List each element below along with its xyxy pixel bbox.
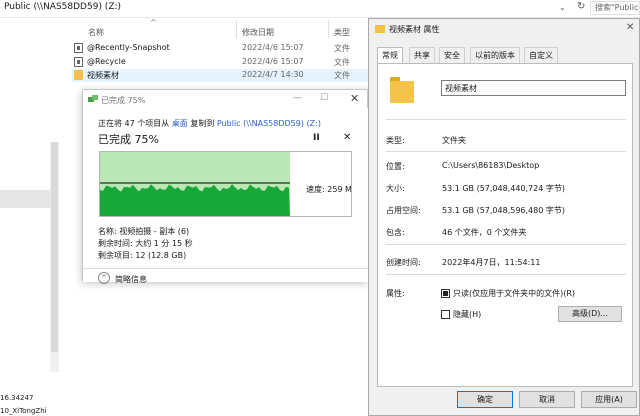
general-tab-page: 视频素材 类型: 文件夹 位置: C:\Users\86183\Desktop … — [377, 63, 633, 387]
chevron-up-icon[interactable]: ^ — [98, 272, 110, 284]
copy-description: 正在将 47 个项目从 桌面 复制到 Public (\\NAS58DD59) … — [98, 118, 321, 129]
system-folder-icon — [74, 43, 83, 53]
folder-icon — [74, 70, 83, 80]
close-icon[interactable]: ✕ — [350, 92, 359, 105]
explorer-address-path[interactable]: Public (\\NAS58DD59) (Z:) — [4, 2, 121, 12]
size-on-disk-value: 53.1 GB (57,048,596,480 字节) — [442, 206, 565, 215]
copy-progress-dialog: 已完成 75% — ☐ ✕ 正在将 47 个项目从 桌面 复制到 Public … — [82, 89, 369, 285]
file-modified: 2022/4/6 15:07 — [242, 43, 304, 52]
column-header-name[interactable]: 名称 — [88, 27, 104, 38]
progress-percent: 已完成 75% — [98, 133, 159, 146]
file-name: @Recycle — [87, 57, 126, 66]
file-modified: 2022/4/6 15:07 — [242, 57, 304, 66]
file-row[interactable]: @Recycle 2022/4/6 15:07 文件 — [72, 56, 372, 69]
folder-icon — [375, 25, 385, 33]
file-name: 视频素材 — [87, 71, 119, 80]
file-type: 文件 — [334, 44, 350, 53]
copy-dialog-body: 正在将 47 个项目从 桌面 复制到 Public (\\NAS58DD59) … — [83, 108, 369, 285]
transfer-speed-graph: 速度: 259 MB/秒 — [99, 151, 352, 217]
ok-button[interactable]: 确定 — [457, 391, 513, 408]
speed-label: 速度: 259 MB/秒 — [305, 184, 351, 195]
sort-up-icon: ^ — [150, 18, 157, 27]
search-input[interactable]: 搜索"Public (\\NA... — [590, 1, 640, 15]
fewer-details-link[interactable]: 简略信息 — [115, 274, 147, 285]
size-label: 大小: — [386, 184, 405, 193]
column-header-type[interactable]: 类型 — [334, 27, 350, 38]
size-on-disk-label: 占用空间: — [386, 206, 421, 215]
tab-customize[interactable]: 自定义 — [524, 47, 558, 63]
folder-name-input[interactable]: 视频素材 — [441, 80, 626, 96]
created-value: 2022年4月7日，11:54:11 — [442, 258, 541, 267]
source-link[interactable]: 桌面 — [172, 119, 188, 128]
file-type: 文件 — [334, 71, 350, 80]
refresh-icon[interactable]: ↻ — [577, 1, 585, 12]
section-divider — [386, 274, 626, 275]
current-file-name: 名称: 视频拍摄 - 副本 (6) — [98, 227, 190, 236]
pause-button[interactable]: II — [313, 133, 320, 143]
copy-icon — [88, 95, 98, 103]
target-link[interactable]: Public (\\NAS58DD59) (Z:) — [217, 119, 321, 128]
file-modified: 2022/4/7 14:30 — [242, 70, 304, 79]
file-row[interactable]: @Recently-Snapshot 2022/4/6 15:07 文件 — [72, 42, 372, 55]
recycle-folder-icon — [74, 57, 83, 67]
readonly-checkbox[interactable] — [441, 289, 450, 298]
contains-value: 46 个文件，0 个文件夹 — [442, 228, 527, 237]
copy-desc-mid: 复制到 — [190, 119, 215, 128]
minimize-icon[interactable]: — — [293, 93, 302, 103]
location-label: 位置: — [386, 162, 405, 171]
properties-dialog: 视频素材 属性 ✕ 常规 共享 安全 以前的版本 自定义 视频素材 类型: 文件… — [368, 18, 640, 416]
section-divider — [386, 119, 626, 120]
readonly-label[interactable]: 只读(仅应用于文件夹中的文件)(R) — [453, 288, 575, 299]
type-value: 文件夹 — [442, 136, 466, 145]
close-icon[interactable]: ✕ — [626, 22, 634, 33]
properties-title: 视频素材 属性 — [389, 25, 440, 34]
column-divider[interactable] — [328, 20, 329, 38]
column-header-modified[interactable]: 修改日期 — [242, 27, 274, 38]
attributes-label: 属性: — [386, 289, 405, 298]
column-divider[interactable] — [236, 20, 237, 38]
contains-label: 包含: — [386, 228, 405, 237]
explorer-address-bar: Public (\\NAS58DD59) (Z:) ⌄ ↻ 搜索"Public … — [0, 0, 640, 16]
copy-desc-prefix: 正在将 47 个项目从 — [98, 119, 170, 128]
items-remaining: 剩余项目: 12 (12.8 GB) — [98, 251, 187, 260]
location-value: C:\Users\86183\Desktop — [442, 161, 540, 170]
apply-button[interactable]: 应用(A) — [581, 391, 637, 408]
navigation-pane — [0, 18, 50, 416]
size-value: 53.1 GB (57,048,440,724 字节) — [442, 184, 565, 193]
nav-scrollbar-thumb[interactable] — [51, 142, 58, 352]
cancel-copy-button[interactable]: ✕ — [343, 132, 351, 143]
file-type: 文件 — [334, 58, 350, 67]
dialog-divider — [83, 268, 369, 269]
copy-dialog-title: 已完成 75% — [101, 96, 146, 105]
file-row[interactable]: 视频素材 2022/4/7 14:30 文件 — [72, 69, 372, 82]
tab-previous-versions[interactable]: 以前的版本 — [470, 47, 520, 63]
created-label: 创建时间: — [386, 258, 421, 267]
cancel-button[interactable]: 取消 — [519, 391, 575, 408]
advanced-button[interactable]: 高级(D)... — [558, 306, 622, 322]
tab-sharing[interactable]: 共享 — [409, 47, 435, 63]
folder-icon — [390, 77, 414, 103]
type-label: 类型: — [386, 136, 405, 145]
hidden-label[interactable]: 隐藏(H) — [453, 309, 481, 320]
tab-general[interactable]: 常规 — [377, 47, 403, 64]
maximize-icon[interactable]: ☐ — [320, 93, 328, 103]
chevron-down-icon[interactable]: ⌄ — [559, 3, 566, 12]
nav-item-text[interactable]: 16.34247 — [0, 394, 33, 402]
section-divider — [386, 244, 626, 245]
file-name: @Recently-Snapshot — [87, 43, 170, 52]
nav-item-text[interactable]: 10_XiTongZhi — [0, 407, 47, 415]
hidden-checkbox[interactable] — [441, 310, 450, 319]
nav-selected-item[interactable] — [0, 190, 50, 208]
tab-security[interactable]: 安全 — [439, 47, 465, 63]
section-divider — [386, 151, 626, 152]
time-remaining: 剩余时间: 大约 1 分 15 秒 — [98, 239, 193, 248]
